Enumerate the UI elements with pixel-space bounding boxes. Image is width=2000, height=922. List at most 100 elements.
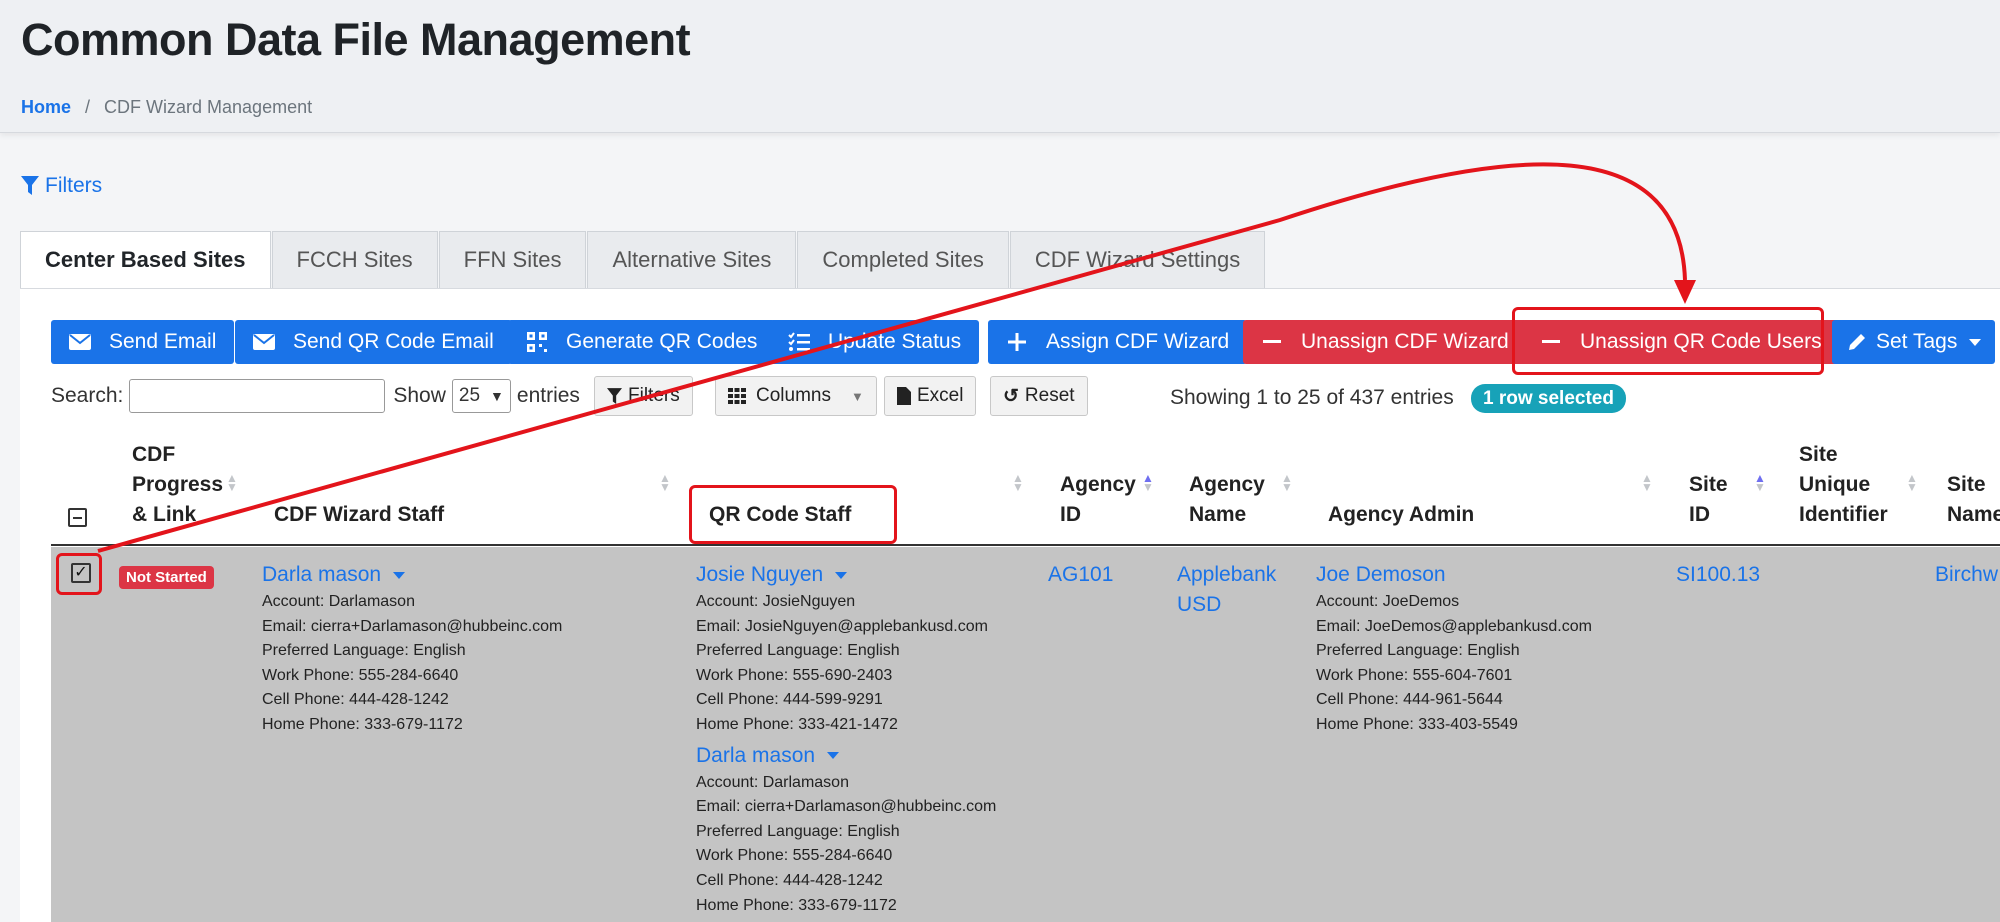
column-header-site-name[interactable]: Site Name	[1947, 470, 2000, 530]
staff-name: Josie Nguyen	[696, 563, 824, 586]
breadcrumb-home-link[interactable]: Home	[21, 97, 71, 117]
column-header-cdf-progress[interactable]: CDF Progress & Link	[132, 440, 223, 530]
send-email-button[interactable]: Send Email	[51, 320, 235, 364]
breadcrumb-separator: /	[85, 97, 91, 117]
list-check-icon	[788, 331, 810, 353]
annotation-box-row-checkbox	[56, 553, 102, 595]
tab-center-based-sites[interactable]: Center Based Sites	[20, 231, 271, 288]
update-status-label: Update Status	[828, 330, 962, 353]
cdf-wizard-staff-cell: Darla mason Account: Darlamason Email: c…	[262, 560, 562, 738]
minus-icon	[1261, 331, 1283, 353]
plus-icon	[1006, 331, 1028, 353]
tab-fcch-sites[interactable]: FCCH Sites	[271, 231, 438, 288]
reset-button[interactable]: ↺ Reset	[990, 376, 1088, 416]
admin-name: Joe Demoson	[1316, 563, 1446, 586]
agency-name-link[interactable]: Applebank USD	[1177, 560, 1276, 620]
envelope-icon	[69, 331, 91, 353]
admin-detail: Cell Phone: 444-961-5644	[1316, 691, 1503, 709]
staff-detail: Account: Darlamason	[696, 773, 849, 791]
tab-ffn-sites[interactable]: FFN Sites	[438, 231, 587, 288]
sort-icon: ▲ ▼	[226, 471, 238, 494]
column-header-line: Identifier	[1799, 503, 1888, 526]
search-input[interactable]	[129, 379, 386, 413]
sort-asc-icon: ▲ ▼	[1754, 471, 1766, 494]
table-row[interactable]: ✓ Not Started Darla mason Account: Darla…	[51, 547, 2000, 922]
staff-detail: Email: cierra+Darlamason@hubbeinc.com	[696, 798, 997, 816]
table-filters-label: Filters	[628, 385, 680, 406]
staff-detail: Account: Darlamason	[262, 593, 415, 610]
undo-icon: ↺	[1003, 385, 1019, 407]
caret-down-icon: ▼	[850, 388, 864, 404]
excel-export-button[interactable]: Excel	[884, 376, 977, 416]
caret-down-icon	[827, 752, 840, 760]
admin-link[interactable]: Joe Demoson	[1316, 560, 1592, 590]
assign-cdf-wizard-button[interactable]: Assign CDF Wizard	[988, 320, 1248, 364]
show-label: Show	[393, 384, 446, 407]
site-name-link[interactable]: Birchw	[1935, 560, 1998, 590]
page-size-select[interactable]: 25 ▼	[451, 379, 511, 413]
staff-detail: Email: JosieNguyen@applebankusd.com	[696, 617, 988, 635]
table-filters-button[interactable]: Filters	[594, 376, 693, 416]
column-header-line: Name	[1189, 503, 1247, 526]
send-qr-email-button[interactable]: Send QR Code Email	[235, 320, 512, 364]
agency-name-line: Applebank	[1177, 563, 1277, 586]
agency-id-link[interactable]: AG101	[1048, 560, 1113, 590]
column-header-line: Site	[1799, 443, 1838, 466]
envelope-icon	[253, 331, 275, 353]
column-header-agency-admin[interactable]: Agency Admin	[1328, 500, 1474, 530]
agency-name-line: USD	[1177, 593, 1222, 616]
sort-icon: ▲ ▼	[1281, 471, 1293, 494]
staff-detail: Preferred Language: English	[696, 822, 900, 840]
filters-toggle[interactable]: Filters	[21, 174, 102, 198]
annotation-box-unassign-qr	[1512, 307, 1824, 375]
staff-detail: Cell Phone: 444-428-1242	[696, 871, 883, 889]
column-header-agency-id[interactable]: Agency ID	[1060, 470, 1136, 530]
staff-name: Darla mason	[696, 743, 816, 767]
breadcrumb-current: CDF Wizard Management	[104, 97, 313, 117]
tab-bar: Center Based Sites FCCH Sites FFN Sites …	[20, 231, 1266, 288]
site-id-link[interactable]: SI100.13	[1676, 560, 1760, 590]
unassign-cdf-wizard-button[interactable]: Unassign CDF Wizard	[1243, 320, 1527, 364]
column-header-line: Site	[1689, 473, 1728, 496]
column-header-line: ID	[1060, 503, 1081, 526]
columns-button[interactable]: Columns ▼	[715, 376, 877, 416]
admin-detail: Email: JoeDemos@applebankusd.com	[1316, 617, 1592, 635]
tab-completed-sites[interactable]: Completed Sites	[797, 231, 1009, 288]
column-header-agency-name[interactable]: Agency Name	[1189, 470, 1265, 530]
columns-label: Columns	[756, 385, 831, 406]
sort-icon: ▲ ▼	[1012, 471, 1024, 494]
entries-label: entries	[516, 384, 580, 407]
staff-detail: Work Phone: 555-690-2403	[696, 666, 893, 684]
staff-dropdown[interactable]: Josie Nguyen	[696, 560, 996, 590]
staff-dropdown[interactable]: Darla mason	[696, 741, 996, 771]
column-header-line: Unique	[1799, 473, 1871, 496]
staff-detail: Account: JosieNguyen	[696, 593, 856, 610]
column-header-site-unique-identifier[interactable]: Site Unique Identifier	[1799, 440, 1888, 530]
column-header-line: Name	[1947, 503, 2000, 526]
caret-down-icon	[835, 571, 848, 579]
column-header-line: CDF	[132, 443, 176, 466]
staff-dropdown[interactable]: Darla mason	[262, 560, 562, 590]
sort-icon: ▲ ▼	[659, 471, 671, 494]
tab-alternative-sites[interactable]: Alternative Sites	[587, 231, 797, 288]
column-header-site-id[interactable]: Site ID	[1689, 470, 1728, 530]
staff-detail: Home Phone: 333-421-1472	[696, 715, 898, 733]
generate-qr-codes-button[interactable]: Generate QR Codes	[508, 320, 776, 364]
staff-detail: Work Phone: 555-284-6640	[262, 666, 459, 684]
status-badge: Not Started	[119, 566, 214, 589]
sort-icon: ▲ ▼	[1906, 471, 1918, 494]
set-tags-button[interactable]: Set Tags	[1832, 320, 1996, 364]
update-status-button[interactable]: Update Status	[770, 320, 980, 364]
column-header-line: Agency	[1189, 473, 1265, 496]
sort-icon: ▲ ▼	[1641, 471, 1653, 494]
caret-down-icon	[1969, 338, 1982, 346]
generate-qr-codes-label: Generate QR Codes	[566, 330, 758, 353]
annotation-box-qr-code-staff	[689, 485, 897, 544]
column-header-line: & Link	[132, 503, 197, 526]
select-all-checkbox[interactable]	[68, 508, 87, 527]
filters-toggle-label: Filters	[45, 174, 103, 197]
column-header-cdf-wizard-staff[interactable]: CDF Wizard Staff	[274, 500, 444, 530]
tab-cdf-wizard-settings[interactable]: CDF Wizard Settings	[1009, 231, 1266, 288]
column-header-line: ID	[1689, 503, 1710, 526]
staff-name: Darla mason	[262, 563, 382, 586]
